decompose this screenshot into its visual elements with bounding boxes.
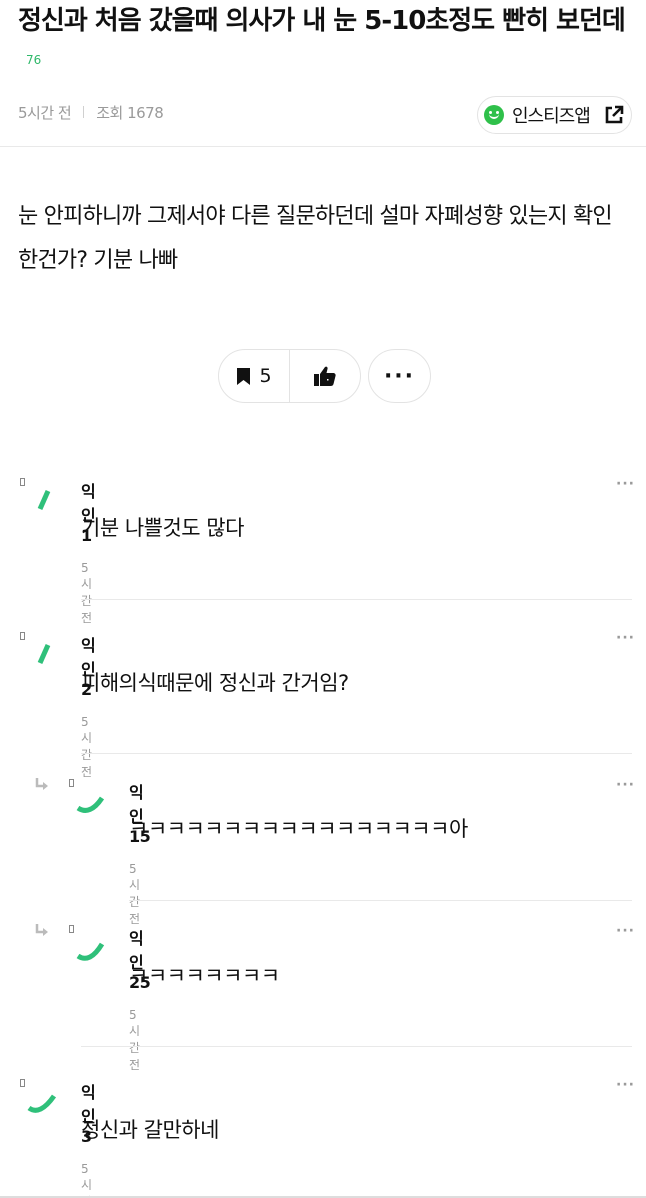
external-link-icon	[605, 105, 624, 124]
bookmark-icon	[237, 367, 251, 385]
avatar-icon	[37, 489, 51, 511]
comment-more-icon[interactable]: ···	[616, 777, 635, 793]
comment-more-icon[interactable]: ···	[616, 630, 635, 646]
bookmark-button[interactable]: 5	[219, 350, 289, 402]
more-icon: ···	[383, 363, 416, 389]
comment-text: 정신과 갈만하네	[81, 1118, 219, 1142]
avatar-icon	[76, 942, 105, 961]
post-title-text: 정신과 처음 갔을때 의사가 내 눈 5-10초정도 빤히 보던데	[18, 6, 626, 36]
comment-text: ㅋㅋㅋㅋㅋㅋㅋㅋㅋㅋㅋㅋㅋㅋㅋㅋㅋ아	[129, 817, 468, 841]
comment-count-badge[interactable]: 76	[26, 53, 41, 67]
post-meta: 5시간 전 조회 1678	[18, 102, 164, 122]
bookmark-count: 5	[259, 365, 272, 387]
avatar-icon	[76, 796, 105, 813]
avatar-placeholder	[69, 779, 74, 787]
avatar-placeholder	[20, 632, 25, 640]
comment-time: 5시간전	[81, 1162, 92, 1198]
source-app-button[interactable]: 인스티즈앱	[477, 96, 632, 134]
post-title: 정신과 처음 갔을때 의사가 내 눈 5-10초정도 빤히 보던데 76	[18, 2, 628, 79]
comment-divider	[81, 753, 632, 754]
post-body: 눈 안피하니까 그제서야 다른 질문하던데 설마 자폐성향 있는지 확인한건가?…	[18, 204, 613, 273]
comment-time: 5시간전	[129, 862, 140, 926]
avatar-icon	[37, 643, 51, 665]
meta-divider	[83, 106, 85, 118]
thumbs-up-icon	[314, 366, 336, 386]
comment-time: 5시간전	[129, 1008, 140, 1072]
avatar-placeholder	[20, 478, 25, 486]
post-views: 조회 1678	[96, 103, 164, 122]
comment-divider	[81, 1046, 632, 1047]
comment-time: 5시간전	[81, 715, 92, 779]
comment-more-icon[interactable]: ···	[616, 923, 635, 939]
source-app-label: 인스티즈앱	[512, 106, 591, 127]
comment-divider	[81, 599, 632, 600]
comment-time: 5시간전	[81, 561, 92, 625]
comment-text: 기분 나쁠것도 많다	[81, 516, 244, 540]
post-actions: 5	[218, 349, 361, 403]
comment-text: 피해의식때문에 정신과 간거임?	[81, 671, 349, 695]
comment-more-icon[interactable]: ···	[616, 1077, 635, 1093]
like-button[interactable]	[289, 350, 360, 402]
avatar-placeholder	[20, 1079, 25, 1087]
reply-arrow-icon	[35, 924, 48, 936]
header-divider	[0, 146, 646, 147]
post-more-button[interactable]: ···	[368, 349, 431, 403]
avatar-icon	[27, 1094, 57, 1113]
avatar-placeholder	[69, 925, 74, 933]
comment-text: ㅋㅋㅋㅋㅋㅋㅋㅋ	[129, 964, 280, 988]
comment-divider	[129, 900, 632, 901]
reply-arrow-icon	[35, 778, 48, 790]
post-time: 5시간 전	[18, 103, 72, 122]
smile-icon	[484, 105, 504, 125]
comment-more-icon[interactable]: ···	[616, 476, 635, 492]
